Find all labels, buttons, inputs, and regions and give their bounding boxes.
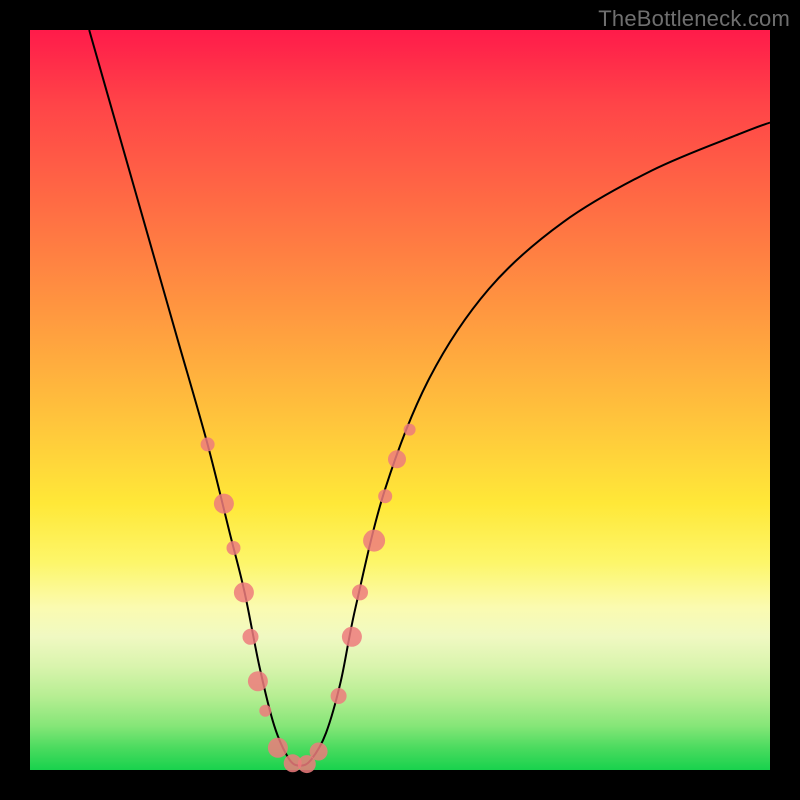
data-marker — [243, 629, 259, 645]
watermark-text: TheBottleneck.com — [598, 6, 790, 32]
chart-frame: TheBottleneck.com — [0, 0, 800, 800]
data-marker — [342, 627, 362, 647]
data-marker — [201, 437, 215, 451]
data-marker — [310, 743, 328, 761]
data-marker — [352, 584, 368, 600]
data-marker — [388, 450, 406, 468]
data-marker — [259, 705, 271, 717]
data-marker — [363, 530, 385, 552]
data-marker — [331, 688, 347, 704]
curve-overlay — [30, 30, 770, 770]
data-marker — [234, 582, 254, 602]
data-marker — [227, 541, 241, 555]
bottleneck-curve — [89, 30, 770, 766]
data-marker — [268, 738, 288, 758]
data-marker — [378, 489, 392, 503]
data-marker — [214, 494, 234, 514]
marker-layer — [201, 424, 416, 773]
data-marker — [404, 424, 416, 436]
data-marker — [248, 671, 268, 691]
plot-area — [30, 30, 770, 770]
